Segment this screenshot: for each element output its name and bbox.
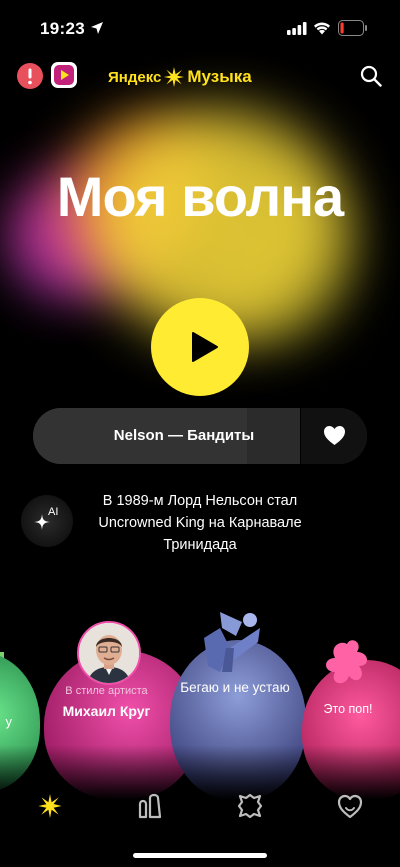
search-icon[interactable] — [360, 65, 382, 87]
wifi-icon — [314, 22, 330, 35]
ai-fact-text: В 1989-м Лорд Нельсон стал Uncrowned Kin… — [98, 493, 302, 553]
video-icon[interactable] — [51, 62, 77, 88]
ai-badge[interactable]: AI — [21, 495, 73, 547]
favorites-tab-icon[interactable] — [336, 792, 364, 820]
star-burst-icon — [164, 67, 185, 87]
vibe-card-label: Михаил Круг — [62, 703, 151, 719]
play-button[interactable] — [151, 298, 249, 396]
app-screen: 19:23 Яндекс Музыка Моя волна Nelson — Б… — [0, 0, 400, 867]
battery-icon — [338, 20, 367, 36]
artist-photo — [77, 621, 141, 685]
artist-portrait-icon — [79, 623, 139, 683]
vibe-card-label: у — [5, 714, 13, 729]
like-button[interactable] — [300, 408, 367, 464]
play-icon — [192, 332, 218, 362]
brand-name-music: Музыка — [187, 67, 252, 86]
status-time: 19:23 — [40, 19, 85, 38]
track-title: Nelson — Бандиты — [113, 427, 255, 444]
running-emblem-icon — [204, 612, 260, 672]
cellular-signal-icon — [287, 22, 307, 35]
collection-tab-icon[interactable] — [136, 792, 164, 820]
vibe-card-label: Бегаю и не устаю — [180, 680, 290, 695]
video-play-icon — [54, 65, 74, 85]
pop-emblem-icon — [326, 640, 368, 684]
now-playing-bar[interactable]: Nelson — Бандиты — [33, 408, 367, 464]
alert-icon[interactable] — [17, 63, 43, 89]
vibe-card-label: Это поп! — [323, 702, 373, 716]
podcasts-tab-icon[interactable] — [236, 792, 264, 820]
location-arrow-icon — [91, 22, 103, 34]
exclamation-icon — [28, 68, 32, 85]
status-bar: 19:23 — [0, 0, 400, 56]
brand-name-yandex: Яндекс — [108, 68, 162, 86]
page-title: Моя волна — [56, 165, 344, 228]
my-wave-tab-icon[interactable] — [36, 792, 64, 820]
ai-label: AI — [48, 506, 59, 518]
heart-icon — [324, 426, 345, 445]
brand-logo: Яндекс Музыка — [108, 66, 252, 88]
vibe-card-caption: В стиле артиста — [65, 685, 148, 697]
home-indicator — [133, 853, 267, 858]
